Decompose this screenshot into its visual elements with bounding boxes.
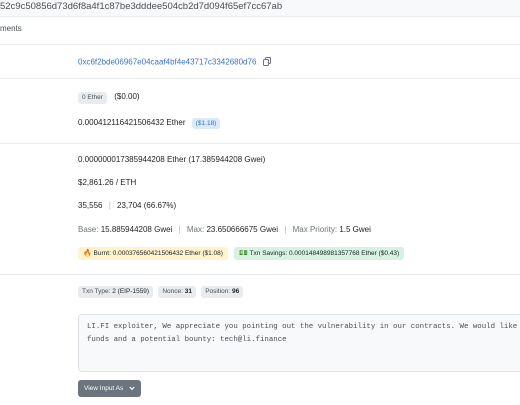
gas-used: 23,704 (66.67%) xyxy=(117,201,177,210)
divider xyxy=(0,143,520,144)
base-value: 15.885944208 Gwei xyxy=(100,225,173,234)
separator: | xyxy=(178,225,181,234)
divider xyxy=(0,78,520,79)
value-usd: ($0.00) xyxy=(114,92,140,101)
position-label: Position: xyxy=(205,288,231,295)
view-input-as-label: View Input As xyxy=(84,385,124,392)
gas-limit-usage-row: 35,556 | 23,704 (66.67%) xyxy=(78,201,176,210)
burnt-text: Burnt: 0.000376560421506432 Ether ($1.08… xyxy=(93,250,223,257)
attributes-row: Txn Type: 2 (EIP-1559) Nonce: 31 Positio… xyxy=(78,286,244,298)
fee-amount: 0.000412116421506432 Ether xyxy=(78,118,186,127)
burn-savings-row: 🔥 Burnt: 0.000376560421506432 Ether ($1.… xyxy=(78,247,405,260)
address-row: 0xc6f2bde06967e04caaf4bf4e43717c3342680d… xyxy=(78,57,271,68)
input-data-line: funds and a potential bounty: tech@li.fi… xyxy=(87,336,287,344)
position-pill: Position: 96 xyxy=(201,286,244,298)
nonce-value: 31 xyxy=(184,288,192,295)
input-data-textarea[interactable]: LI.FI exploiter, We appreciate you point… xyxy=(78,314,520,372)
burnt-badge: 🔥 Burnt: 0.000376560421506432 Ether ($1.… xyxy=(78,247,228,260)
divider xyxy=(0,44,520,45)
savings-text: Txn Savings: 0.000148498981357768 Ether … xyxy=(249,250,400,257)
value-row: 0 Ether ($0.00) xyxy=(78,92,140,104)
txn-type-pill: Txn Type: 2 (EIP-1559) xyxy=(78,286,154,298)
priority-value: 1.5 Gwei xyxy=(339,225,371,234)
fee-usd-pill: ($1.18) xyxy=(191,118,221,129)
max-label: Max: xyxy=(186,225,205,234)
input-data-line: LI.FI exploiter, We appreciate you point… xyxy=(87,323,520,331)
gas-limit: 35,556 xyxy=(78,201,103,210)
eth-price: $2,861.26 / ETH xyxy=(78,178,137,187)
base-label: Base: xyxy=(78,225,99,234)
nonce-label: Nonce: xyxy=(162,288,183,295)
separator: | xyxy=(284,225,287,234)
savings-badge: 💵 Txn Savings: 0.000148498981357768 Ethe… xyxy=(234,247,405,260)
ether-value-pill: 0 Ether xyxy=(78,92,107,104)
view-input-as-button[interactable]: View Input As xyxy=(78,380,141,397)
priority-label: Max Priority: xyxy=(292,225,338,234)
txn-type-value: 2 (EIP-1559) xyxy=(112,288,150,295)
gas-fees-row: Base: 15.885944208 Gwei | Max: 23.650666… xyxy=(78,225,371,234)
chevron-down-icon xyxy=(129,380,135,405)
nonce-pill: Nonce: 31 xyxy=(158,286,196,298)
tx-hash-text[interactable]: 52c9c50856d73d6f8a4f1c87be3dddee504cb2d7… xyxy=(0,0,282,14)
fire-icon: 🔥 xyxy=(83,250,92,257)
separator: | xyxy=(108,201,111,210)
txn-type-label: Txn Type: xyxy=(82,288,111,295)
gas-price: 0.000000017385944208 Ether (17.385944208… xyxy=(78,155,266,164)
position-value: 96 xyxy=(231,288,240,295)
money-icon: 💵 xyxy=(239,250,248,257)
copy-icon[interactable] xyxy=(262,57,271,68)
divider xyxy=(0,274,520,275)
tx-hash-bar: 52c9c50856d73d6f8a4f1c87be3dddee504cb2d7… xyxy=(0,0,520,17)
max-value: 23.650666675 Gwei xyxy=(206,225,279,234)
address-link[interactable]: 0xc6f2bde06967e04caaf4bf4e43717c3342680d… xyxy=(78,58,256,67)
fee-row: 0.000412116421506432 Ether ($1.18) xyxy=(78,118,221,129)
section-title: ments xyxy=(0,24,22,33)
